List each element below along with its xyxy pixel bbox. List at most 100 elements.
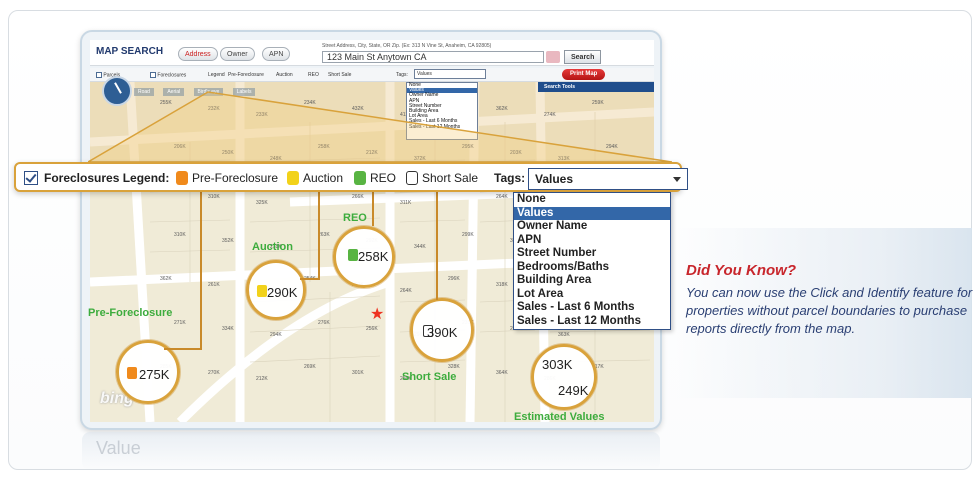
parcel-value-label: 318K xyxy=(496,282,508,288)
parcel-value-label: 310K xyxy=(208,194,220,200)
print-map-button[interactable]: Print Map xyxy=(562,69,606,80)
parcel-value-label: 362K xyxy=(160,276,172,282)
auction-map-label: Auction xyxy=(252,241,293,253)
tags-dropdown-small: None Values Owner Name APN Street Number… xyxy=(406,82,478,140)
foreclosures-label: Foreclosures xyxy=(157,72,187,79)
checkbox-icon[interactable] xyxy=(96,72,102,78)
parcel-value-label: 234K xyxy=(304,100,316,106)
tags-option-apn[interactable]: APN xyxy=(514,234,670,248)
tags-option-lot-area[interactable]: Lot Area xyxy=(514,288,670,302)
auction-label: Auction xyxy=(276,72,293,78)
parcel-value-label: 206K xyxy=(174,144,186,150)
map-style-aerial[interactable]: Aerial xyxy=(163,88,185,96)
pre-foreclosure-marker-icon xyxy=(127,367,137,379)
parcel-value-label: 310K xyxy=(174,232,186,238)
parcel-value-label: 362K xyxy=(496,106,508,112)
short-sale-marker-icon xyxy=(406,171,418,185)
did-you-know-body: You can now use the Click and Identify f… xyxy=(686,285,973,336)
auction-marker-icon xyxy=(257,285,267,297)
layers-toolbar: Parcels Foreclosures Legend Pre-Foreclos… xyxy=(90,68,654,82)
checkbox-icon[interactable] xyxy=(150,72,156,78)
reo-marker-icon xyxy=(354,171,366,185)
parcel-value-label: 212K xyxy=(256,376,268,382)
auction-label: Auction xyxy=(303,171,344,185)
reflection-text: Value xyxy=(96,438,141,458)
foreclosures-legend-bar: Foreclosures Legend: Pre-Foreclosure Auc… xyxy=(14,162,688,192)
short-sale-marker[interactable]: 390K xyxy=(410,298,474,362)
did-you-know-title: Did You Know? xyxy=(686,262,796,279)
map-style-labels[interactable]: Labels xyxy=(232,88,256,96)
compass-icon[interactable] xyxy=(102,76,132,106)
parcel-value-label: 250K xyxy=(222,150,234,156)
tags-option-street-number[interactable]: Street Number xyxy=(514,247,670,261)
reo-marker-icon xyxy=(348,249,358,261)
tab-owner[interactable]: Owner xyxy=(220,47,255,61)
foreclosures-checkbox[interactable] xyxy=(24,171,38,185)
short-sale-label: Short Sale xyxy=(422,171,479,185)
parcel-value-label: 296K xyxy=(448,276,460,282)
search-input[interactable]: 123 Main St Anytown CA xyxy=(322,51,544,63)
parcel-value-label: 203K xyxy=(510,150,522,156)
subject-property-star-icon[interactable]: ★ xyxy=(370,304,384,324)
clear-search-icon[interactable] xyxy=(546,51,560,63)
parcel-value-label: 276K xyxy=(318,320,330,326)
estimated-values-marker[interactable]: 303K 249K xyxy=(531,344,597,410)
tab-address[interactable]: Address xyxy=(178,47,218,61)
connector-line xyxy=(318,192,320,278)
parcel-value-label: 258K xyxy=(318,144,330,150)
estimated-value-bottom: 249K xyxy=(558,383,589,398)
tags-option-values[interactable]: Values xyxy=(514,206,670,220)
parcel-value-label: 294K xyxy=(606,144,618,150)
estimated-value-top: 303K xyxy=(542,357,573,372)
tags-option-building-area[interactable]: Building Area xyxy=(514,274,670,288)
parcel-value-label: 259K xyxy=(592,100,604,106)
reo-label: REO xyxy=(308,72,319,78)
parcel-value-label: 301K xyxy=(352,370,364,376)
parcel-value-label: 274K xyxy=(544,112,556,118)
map-style-tabs: Road Aerial Bird's eye Labels xyxy=(134,88,263,96)
parcel-value-label: 325K xyxy=(256,200,268,206)
parcel-value-label: 334K xyxy=(222,326,234,332)
parcel-value-label: 294K xyxy=(270,332,282,338)
parcel-value-label: 352K xyxy=(222,238,234,244)
search-button[interactable]: Search xyxy=(564,50,602,64)
parcel-value-label: 264K xyxy=(400,288,412,294)
pre-foreclosure-map-label: Pre-Foreclosure xyxy=(88,307,173,319)
parcel-value-label: 271K xyxy=(174,320,186,326)
tags-select-small[interactable]: Values xyxy=(414,69,486,79)
map-style-birds-eye[interactable]: Bird's eye xyxy=(193,88,224,96)
page-title: MAP SEARCH xyxy=(96,46,164,57)
tab-apn[interactable]: APN xyxy=(262,47,291,61)
tags-option-bedrooms-baths[interactable]: Bedrooms/Baths xyxy=(514,261,670,275)
tags-select[interactable]: Values xyxy=(528,168,688,190)
tag-option[interactable]: Sales - Last 12 Months xyxy=(407,124,477,130)
connector-line xyxy=(372,192,374,226)
legend-label: Legend xyxy=(208,72,225,78)
tags-option-owner-name[interactable]: Owner Name xyxy=(514,220,670,234)
legend-title: Foreclosures Legend: xyxy=(44,171,170,185)
reo-map-label: REO xyxy=(343,212,367,224)
reo-value: 258K xyxy=(358,249,389,264)
reo-marker[interactable]: 258K xyxy=(333,226,395,288)
tags-option-none[interactable]: None xyxy=(514,193,670,207)
auction-marker[interactable]: 290K xyxy=(246,260,306,320)
foreclosures-toggle[interactable]: Foreclosures xyxy=(150,72,186,78)
parcel-value-label: 212K xyxy=(366,150,378,156)
parcel-value-label: 270K xyxy=(208,370,220,376)
parcel-value-label: 233K xyxy=(256,112,268,118)
chevron-down-icon[interactable] xyxy=(673,177,681,182)
app-header: MAP SEARCH Address Owner APN Street Addr… xyxy=(90,40,654,66)
short-sale-label: Short Sale xyxy=(328,72,352,78)
parcel-value-label: 256K xyxy=(366,326,378,332)
tags-option-sales-6-months[interactable]: Sales - Last 6 Months xyxy=(514,301,670,315)
tags-dropdown: None Values Owner Name APN Street Number… xyxy=(513,192,671,330)
parcel-value-label: 264K xyxy=(496,194,508,200)
parcel-value-label: 261K xyxy=(208,282,220,288)
map-style-road[interactable]: Road xyxy=(134,88,154,96)
connector-line xyxy=(164,348,202,350)
search-tools-panel[interactable]: Search Tools xyxy=(538,82,654,92)
pre-foreclosure-label: Pre-Foreclosure xyxy=(228,72,264,78)
tags-option-sales-12-months[interactable]: Sales - Last 12 Months xyxy=(514,315,670,329)
pre-foreclosure-marker-icon xyxy=(176,171,188,185)
parcel-value-label: 432K xyxy=(352,106,364,112)
